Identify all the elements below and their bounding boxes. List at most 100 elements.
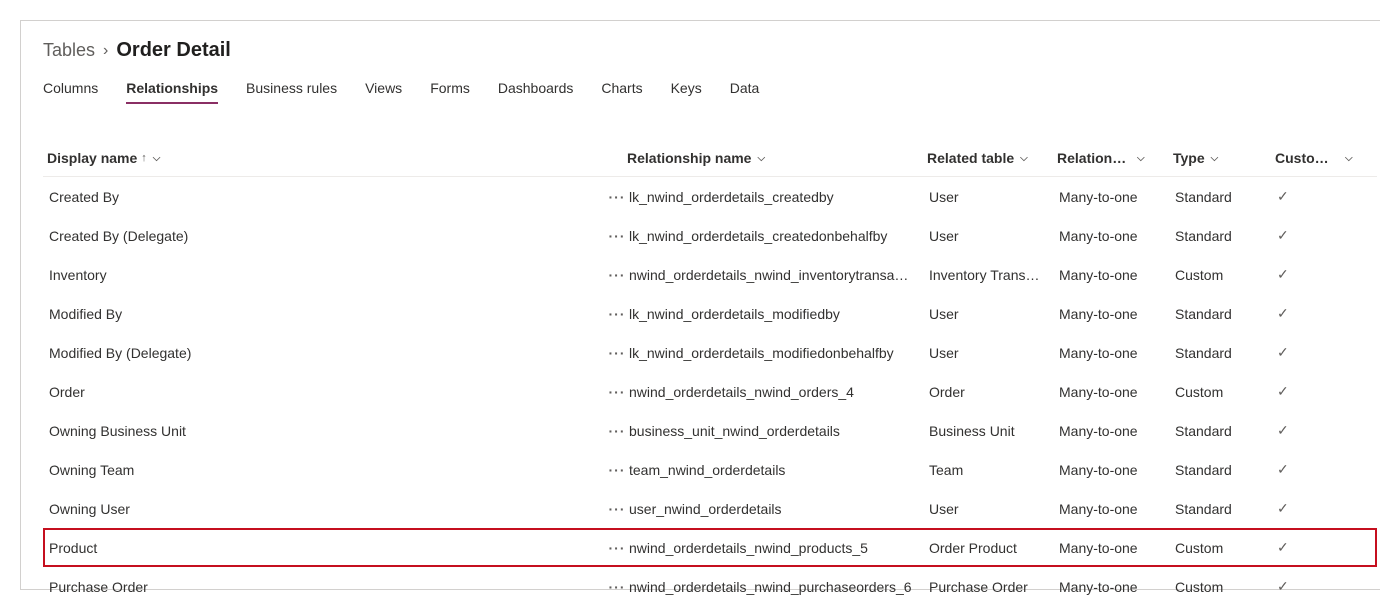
cell-type: Standard <box>1171 189 1273 205</box>
row-actions[interactable]: ··· <box>605 504 625 514</box>
cell-display-name: Created By (Delegate) <box>45 228 605 244</box>
row-actions[interactable]: ··· <box>605 270 625 280</box>
cell-type: Custom <box>1171 540 1273 556</box>
cell-type: Standard <box>1171 423 1273 439</box>
table-row[interactable]: Owning Business Unit ··· business_unit_n… <box>43 411 1377 450</box>
breadcrumb: Tables › Order Detail <box>43 39 1377 62</box>
tab-keys[interactable]: Keys <box>671 80 702 104</box>
header-customizable[interactable]: Custom… ⌵ <box>1271 150 1361 166</box>
row-actions[interactable]: ··· <box>605 309 625 319</box>
table-row[interactable]: Purchase Order ··· nwind_orderdetails_nw… <box>43 567 1377 606</box>
more-icon[interactable]: ··· <box>609 192 626 202</box>
more-icon[interactable]: ··· <box>609 465 626 475</box>
header-related-table[interactable]: Related table ⌵ <box>923 150 1053 166</box>
header-label: Display name <box>47 150 137 166</box>
cell-related-table: Order <box>925 384 1055 400</box>
cell-relationship-name: lk_nwind_orderdetails_createdonbehalfby <box>625 228 925 244</box>
cell-relationship-type: Many-to-one <box>1055 540 1171 556</box>
row-actions[interactable]: ··· <box>605 543 625 553</box>
cell-display-name: Modified By <box>45 306 605 322</box>
cell-type: Standard <box>1171 306 1273 322</box>
more-icon[interactable]: ··· <box>609 270 626 280</box>
header-display-name[interactable]: Display name ↑ ⌵ <box>43 150 603 166</box>
more-icon[interactable]: ··· <box>609 543 626 553</box>
cell-customizable: ✓ <box>1273 227 1363 244</box>
breadcrumb-parent[interactable]: Tables <box>43 40 95 61</box>
table-row[interactable]: Owning User ··· user_nwind_orderdetails … <box>43 489 1377 528</box>
cell-display-name: Order <box>45 384 605 400</box>
cell-relationship-name: nwind_orderdetails_nwind_orders_4 <box>625 384 925 400</box>
cell-relationship-type: Many-to-one <box>1055 306 1171 322</box>
cell-display-name: Purchase Order <box>45 579 605 595</box>
cell-relationship-type: Many-to-one <box>1055 345 1171 361</box>
tab-columns[interactable]: Columns <box>43 80 98 104</box>
tab-charts[interactable]: Charts <box>601 80 642 104</box>
cell-customizable: ✓ <box>1273 422 1363 439</box>
tab-views[interactable]: Views <box>365 80 402 104</box>
cell-display-name: Owning Team <box>45 462 605 478</box>
row-actions[interactable]: ··· <box>605 192 625 202</box>
header-label: Custom… <box>1275 150 1339 166</box>
row-actions[interactable]: ··· <box>605 387 625 397</box>
table-row[interactable]: Order ··· nwind_orderdetails_nwind_order… <box>43 372 1377 411</box>
header-actions <box>603 150 623 166</box>
cell-type: Custom <box>1171 384 1273 400</box>
cell-related-table: Inventory Trans… <box>925 267 1055 283</box>
check-icon: ✓ <box>1277 500 1289 517</box>
more-icon[interactable]: ··· <box>609 387 626 397</box>
header-relationship-type[interactable]: Relationshi… ⌵ <box>1053 150 1169 166</box>
tab-business-rules[interactable]: Business rules <box>246 80 337 104</box>
table-row[interactable]: Created By (Delegate) ··· lk_nwind_order… <box>43 216 1377 255</box>
chevron-right-icon: › <box>103 42 108 60</box>
row-actions[interactable]: ··· <box>605 426 625 436</box>
tab-data[interactable]: Data <box>730 80 760 104</box>
cell-relationship-name: business_unit_nwind_orderdetails <box>625 423 925 439</box>
cell-customizable: ✓ <box>1273 305 1363 322</box>
cell-customizable: ✓ <box>1273 578 1363 595</box>
header-label: Type <box>1173 150 1205 166</box>
cell-relationship-type: Many-to-one <box>1055 423 1171 439</box>
cell-customizable: ✓ <box>1273 266 1363 283</box>
tab-forms[interactable]: Forms <box>430 80 470 104</box>
table-row[interactable]: Product ··· nwind_orderdetails_nwind_pro… <box>43 528 1377 567</box>
row-actions[interactable]: ··· <box>605 231 625 241</box>
cell-customizable: ✓ <box>1273 461 1363 478</box>
cell-related-table: Business Unit <box>925 423 1055 439</box>
sort-up-icon: ↑ <box>141 152 147 164</box>
cell-relationship-type: Many-to-one <box>1055 579 1171 595</box>
tab-dashboards[interactable]: Dashboards <box>498 80 574 104</box>
table-row[interactable]: Created By ··· lk_nwind_orderdetails_cre… <box>43 177 1377 216</box>
table-row[interactable]: Modified By (Delegate) ··· lk_nwind_orde… <box>43 333 1377 372</box>
more-icon[interactable]: ··· <box>609 504 626 514</box>
check-icon: ✓ <box>1277 461 1289 478</box>
relationships-table: Display name ↑ ⌵ Relationship name ⌵ Rel… <box>43 140 1377 606</box>
more-icon[interactable]: ··· <box>609 309 626 319</box>
cell-type: Custom <box>1171 579 1273 595</box>
check-icon: ✓ <box>1277 305 1289 322</box>
table-row[interactable]: Inventory ··· nwind_orderdetails_nwind_i… <box>43 255 1377 294</box>
cell-relationship-type: Many-to-one <box>1055 267 1171 283</box>
more-icon[interactable]: ··· <box>609 582 626 592</box>
cell-related-table: User <box>925 228 1055 244</box>
more-icon[interactable]: ··· <box>609 231 626 241</box>
check-icon: ✓ <box>1277 227 1289 244</box>
cell-type: Standard <box>1171 228 1273 244</box>
row-actions[interactable]: ··· <box>605 348 625 358</box>
cell-relationship-type: Many-to-one <box>1055 501 1171 517</box>
chevron-down-icon: ⌵ <box>1345 153 1353 164</box>
cell-display-name: Modified By (Delegate) <box>45 345 605 361</box>
table-row[interactable]: Owning Team ··· team_nwind_orderdetails … <box>43 450 1377 489</box>
tabs: Columns Relationships Business rules Views F… <box>43 80 1377 104</box>
cell-related-table: Purchase Order <box>925 579 1055 595</box>
row-actions[interactable]: ··· <box>605 582 625 592</box>
more-icon[interactable]: ··· <box>609 426 626 436</box>
header-type[interactable]: Type ⌵ <box>1169 150 1271 166</box>
row-actions[interactable]: ··· <box>605 465 625 475</box>
header-relationship-name[interactable]: Relationship name ⌵ <box>623 150 923 166</box>
more-icon[interactable]: ··· <box>609 348 626 358</box>
tab-relationships[interactable]: Relationships <box>126 80 218 104</box>
breadcrumb-current: Order Detail <box>116 39 230 62</box>
cell-display-name: Inventory <box>45 267 605 283</box>
table-row[interactable]: Modified By ··· lk_nwind_orderdetails_mo… <box>43 294 1377 333</box>
cell-related-table: User <box>925 501 1055 517</box>
